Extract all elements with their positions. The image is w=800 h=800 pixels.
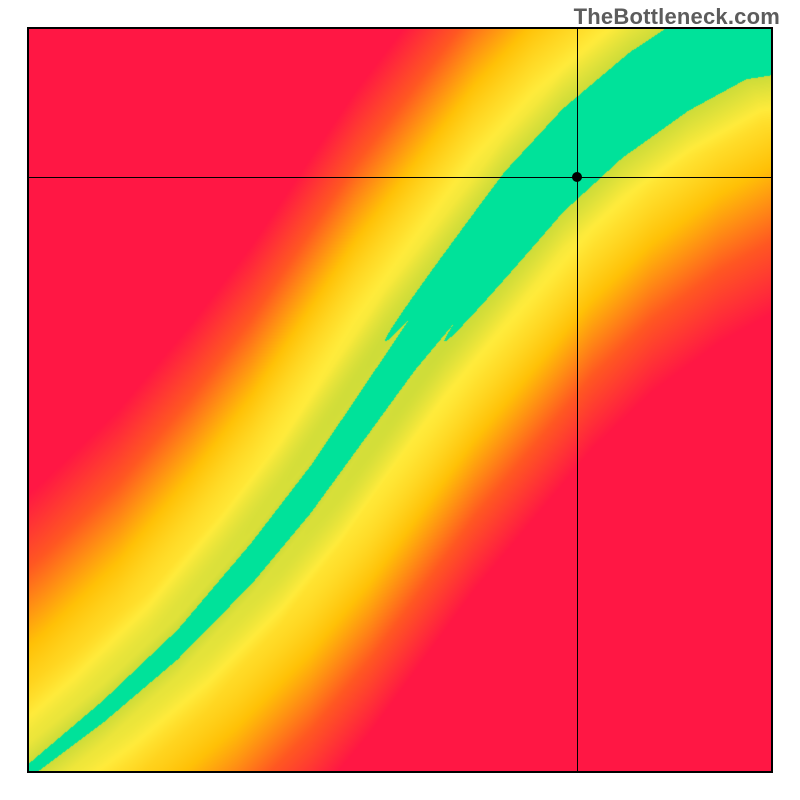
marker-point — [572, 172, 582, 182]
heatmap-plot — [27, 27, 773, 773]
heatmap-canvas — [29, 29, 771, 771]
crosshair-horizontal — [29, 177, 771, 178]
crosshair-vertical — [577, 29, 578, 771]
chart-container: TheBottleneck.com — [0, 0, 800, 800]
